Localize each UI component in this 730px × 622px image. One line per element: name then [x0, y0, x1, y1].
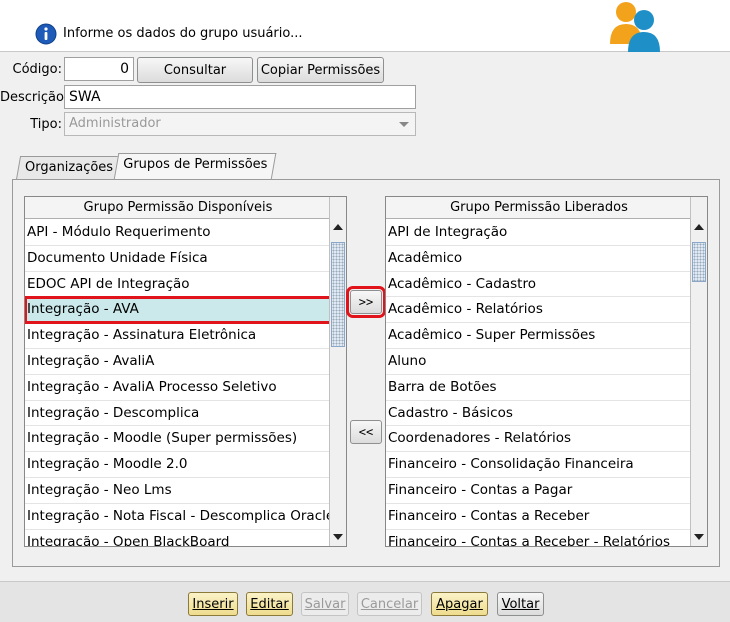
scroll-up-icon[interactable] [694, 224, 704, 230]
editar-button[interactable]: Editar [246, 592, 293, 616]
chevron-down-icon [399, 122, 409, 127]
cancelar-button: Cancelar [357, 592, 422, 616]
tab-organizacoes[interactable]: Organizações [15, 156, 123, 180]
granted-list-item[interactable]: API de Integração [386, 220, 692, 246]
scroll-thumb[interactable] [692, 242, 706, 282]
available-list-item[interactable]: Integração - Assinatura Eletrônica [25, 323, 331, 349]
granted-list-item[interactable]: Aluno [386, 349, 692, 375]
available-list-item[interactable]: Integração - AvaliA [25, 349, 331, 375]
scroll-up-icon[interactable] [333, 224, 343, 230]
granted-list-item[interactable]: Coordenadores - Relatórios [386, 426, 692, 453]
granted-list-item[interactable]: Financeiro - Contas a Receber - Relatóri… [386, 530, 692, 546]
consultar-button[interactable]: Consultar [137, 57, 253, 83]
available-list-item[interactable]: Integração - AVA [25, 296, 332, 325]
granted-rows: API de Integração Acadêmico Acadêmico - Ca… [386, 220, 692, 546]
voltar-button[interactable]: Voltar [497, 592, 544, 616]
granted-scrollbar[interactable] [690, 197, 707, 546]
available-list-item[interactable]: EDOC API de Integração [25, 272, 331, 298]
available-list-item[interactable]: Integração - Nota Fiscal - Descomplica O… [25, 504, 331, 530]
granted-list-item[interactable]: Financeiro - Consolidação Financeira [386, 452, 692, 478]
available-list-item[interactable]: Documento Unidade Física [25, 246, 331, 272]
users-icon [610, 2, 660, 52]
granted-list-item[interactable]: Acadêmico [386, 246, 692, 272]
available-list-item[interactable]: Integração - Moodle (Super permissões) [25, 426, 331, 453]
copiar-permissoes-button[interactable]: Copiar Permissões [257, 57, 384, 83]
info-icon [35, 23, 57, 45]
available-list-item[interactable]: Integração - Open BlackBoard [25, 530, 331, 546]
remove-permission-button[interactable]: << [350, 420, 382, 444]
scroll-thumb[interactable] [331, 242, 345, 347]
granted-list-header: Grupo Permissão Liberados [386, 197, 692, 219]
granted-list-item[interactable]: Financeiro - Contas a Receber [386, 504, 692, 530]
header-text: Informe os dados do grupo usuário... [63, 26, 303, 41]
tipo-value: Administrador [69, 116, 161, 131]
apagar-button[interactable]: Apagar [431, 592, 488, 616]
available-rows: API - Módulo Requerimento Documento Unida… [25, 220, 332, 546]
dialog-header: Informe os dados do grupo usuário... [0, 0, 730, 52]
granted-list-item[interactable]: Acadêmico - Cadastro [386, 272, 692, 298]
available-list-item[interactable]: Integração - Neo Lms [25, 478, 331, 504]
available-list-item[interactable]: Integração - Moodle 2.0 [25, 452, 331, 478]
inserir-button[interactable]: Inserir [188, 592, 238, 616]
granted-list-item[interactable]: Barra de Botões [386, 375, 692, 401]
footer-toolbar: Inserir Editar Salvar Cancelar Apagar Vo… [0, 581, 730, 622]
tipo-label: Tipo: [30, 117, 62, 132]
granted-list-item[interactable]: Acadêmico - Super Permissões [386, 323, 692, 349]
descricao-label: Descrição: [0, 90, 69, 105]
granted-list-item[interactable]: Acadêmico - Relatórios [386, 297, 692, 324]
codigo-label: Código: [12, 62, 62, 77]
granted-list[interactable]: Grupo Permissão Liberados API de Integra… [385, 196, 708, 547]
available-list-item[interactable]: Integração - Descomplica [25, 401, 331, 427]
granted-list-item[interactable]: Financeiro - Contas a Pagar [386, 478, 692, 504]
descricao-field[interactable]: SWA [64, 85, 416, 109]
available-list-item[interactable]: Integração - AvaliA Processo Seletivo [25, 375, 331, 401]
granted-list-item[interactable]: Cadastro - Básicos [386, 401, 692, 427]
available-list-header: Grupo Permissão Disponíveis [25, 197, 331, 219]
scroll-down-icon[interactable] [694, 534, 704, 540]
available-list[interactable]: Grupo Permissão Disponíveis API - Módulo… [24, 196, 347, 547]
salvar-button: Salvar [301, 592, 349, 616]
available-list-item[interactable]: API - Módulo Requerimento [25, 220, 331, 246]
tab-grupos-de-permissoes[interactable]: Grupos de Permissões [113, 153, 277, 180]
add-permission-button[interactable]: >> [346, 286, 386, 318]
tipo-select[interactable]: Administrador [64, 112, 416, 136]
scroll-down-icon[interactable] [333, 534, 343, 540]
available-scrollbar[interactable] [329, 197, 346, 546]
codigo-field[interactable]: 0 [64, 57, 134, 81]
